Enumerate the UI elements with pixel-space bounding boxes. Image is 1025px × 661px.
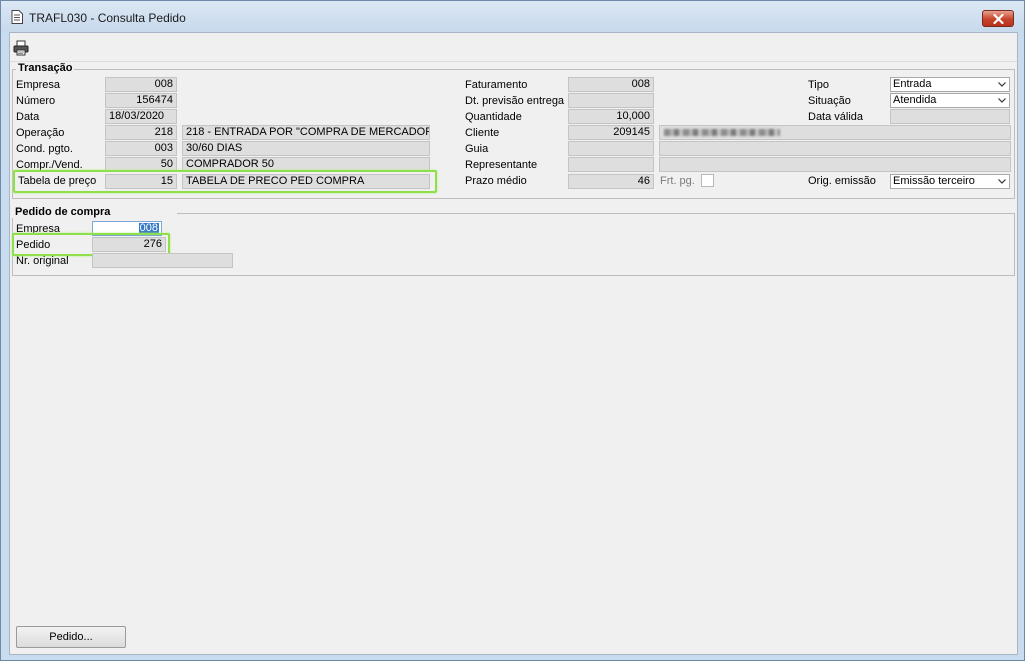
tipo-label: Tipo [808,79,829,91]
guia-code-field[interactable] [568,141,654,156]
dt-previsao-field[interactable] [568,93,654,108]
chevron-down-icon [998,98,1006,103]
orig-emissao-dropdown[interactable]: Emissão terceiro [890,174,1010,189]
tabela-preco-highlight [13,170,437,193]
close-icon [993,14,1004,24]
guia-desc-field[interactable] [659,141,1011,156]
tipo-dropdown-arrow[interactable] [995,78,1009,91]
cliente-code-field[interactable]: 209145 [568,125,654,140]
data-valida-label: Data válida [808,111,864,123]
data-field[interactable]: 18/03/2020 [105,109,177,124]
transacao-group-title: Transação [16,62,75,74]
cliente-name-field[interactable] [659,125,1011,140]
orig-emissao-value: Emissão terceiro [893,175,975,187]
numero-field[interactable]: 156474 [105,93,177,108]
faturamento-field[interactable]: 008 [568,77,654,92]
empresa-field[interactable]: 008 [105,77,177,92]
operacao-label: Operação [16,127,65,139]
chevron-down-icon [998,179,1006,184]
prazo-medio-field[interactable]: 46 [568,174,654,189]
toolbar-separator [10,61,1017,62]
representante-desc-field[interactable] [659,157,1011,172]
nr-original-field[interactable] [92,253,233,268]
cond-pgto-desc-field[interactable]: 30/60 DIAS [182,141,430,156]
nr-original-label: Nr. original [16,255,69,267]
representante-code-field[interactable] [568,157,654,172]
pedido-button[interactable]: Pedido... [16,626,126,648]
numero-label: Número [16,95,56,107]
empresa-label: Empresa [16,79,61,91]
dt-previsao-label: Dt. previsão entrega [465,95,565,107]
frt-pg-label: Frt. pg. [660,175,695,187]
data-label: Data [16,111,40,123]
faturamento-label: Faturamento [465,79,528,91]
orig-emissao-label: Orig. emissão [808,175,876,187]
quantidade-label: Quantidade [465,111,522,123]
cond-pgto-code-field[interactable]: 003 [105,141,177,156]
tipo-dropdown[interactable]: Entrada [890,77,1010,92]
window-title: TRAFL030 - Consulta Pedido [29,11,186,25]
representante-label: Representante [465,159,538,171]
client-area: Transação Empresa 008 Número 156474 Data… [9,32,1018,655]
printer-icon[interactable] [13,40,29,56]
tipo-value: Entrada [893,78,932,90]
app-window: TRAFL030 - Consulta Pedido Transação Emp… [0,0,1025,661]
situacao-dropdown-arrow[interactable] [995,94,1009,107]
document-icon [11,10,23,24]
prazo-medio-label: Prazo médio [465,175,527,187]
frt-pg-checkbox[interactable] [701,174,714,187]
guia-label: Guia [465,143,489,155]
pedido-button-label: Pedido... [49,631,93,643]
orig-emissao-dropdown-arrow[interactable] [995,175,1009,188]
situacao-label: Situação [808,95,851,107]
pedido-compra-group-title: Pedido de compra [12,206,177,218]
data-valida-field[interactable] [890,109,1010,124]
operacao-desc-field[interactable]: 218 - ENTRADA POR "COMPRA DE MERCADORIA" [182,125,430,140]
chevron-down-icon [998,82,1006,87]
operacao-code-field[interactable]: 218 [105,125,177,140]
quantidade-field[interactable]: 10,000 [568,109,654,124]
situacao-dropdown[interactable]: Atendida [890,93,1010,108]
situacao-value: Atendida [893,94,937,106]
title-bar[interactable]: TRAFL030 - Consulta Pedido [1,1,1024,31]
close-button[interactable] [982,10,1014,27]
cliente-name-redacted [664,129,780,136]
cond-pgto-label: Cond. pgto. [16,143,73,155]
cliente-label: Cliente [465,127,500,139]
